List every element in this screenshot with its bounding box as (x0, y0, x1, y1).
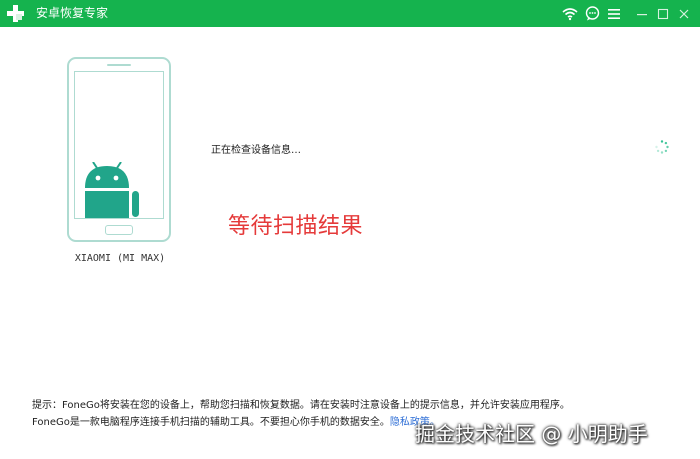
device-name: XIAOMI (MI MAX) (74, 253, 166, 264)
watermark: 掘金技术社区 @ 小明助手 (415, 422, 648, 446)
title-bar: 安卓恢复专家 (0, 0, 700, 27)
app-logo-icon (6, 4, 25, 23)
waiting-caption: 等待扫描结果 (228, 214, 364, 239)
phone-illustration (67, 57, 171, 242)
close-icon[interactable] (674, 4, 693, 23)
app-title: 安卓恢复专家 (36, 6, 109, 20)
scan-status-text: 正在检查设备信息… (211, 145, 301, 156)
chat-icon[interactable] (583, 4, 602, 23)
menu-icon[interactable] (604, 4, 623, 23)
android-robot-icon (85, 162, 139, 218)
tool-description-text: FoneGo是一款电脑程序连接手机扫描的辅助工具。不要担心你手机的数据安全。 (32, 417, 390, 428)
loading-spinner-icon (655, 139, 669, 154)
minimize-icon[interactable] (632, 4, 651, 23)
wifi-icon[interactable] (560, 4, 579, 23)
phone-screen (74, 71, 164, 219)
maximize-icon[interactable] (653, 4, 672, 23)
install-tip: 提示：FoneGo将安装在您的设备上，帮助您扫描和恢复数据。请在安装时注意设备上… (32, 400, 570, 411)
phone-speaker (107, 64, 131, 66)
phone-home-button (105, 225, 133, 235)
